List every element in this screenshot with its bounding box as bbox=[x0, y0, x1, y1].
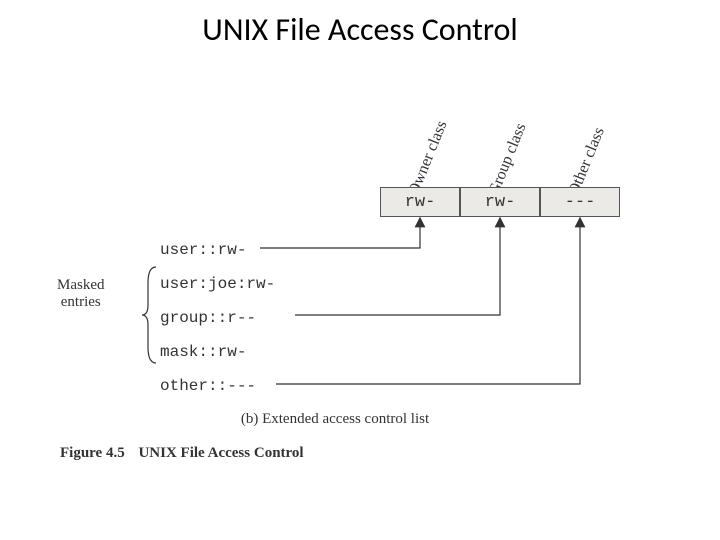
other-perm-box: --- bbox=[540, 187, 620, 217]
page-title: UNIX File Access Control bbox=[0, 10, 720, 49]
acl-entry-other: other::--- bbox=[160, 369, 275, 403]
figure-title: UNIX File Access Control bbox=[138, 445, 303, 461]
acl-entry-userjoe: user:joe:rw- bbox=[160, 267, 275, 301]
figure-number: Figure 4.5 bbox=[60, 445, 125, 461]
group-perm-box: rw- bbox=[460, 187, 540, 217]
subfigure-caption: (b) Extended access control list bbox=[60, 411, 610, 428]
masked-line1: Masked bbox=[57, 277, 105, 293]
permission-row: rw- rw- --- bbox=[380, 187, 620, 217]
masked-line2: entries bbox=[61, 294, 101, 310]
acl-entry-group: group::r-- bbox=[160, 301, 275, 335]
curly-brace-icon bbox=[142, 265, 158, 365]
owner-perm-box: rw- bbox=[380, 187, 460, 217]
acl-entry-mask: mask::rw- bbox=[160, 335, 275, 369]
figure-label: Figure 4.5 UNIX File Access Control bbox=[60, 445, 304, 462]
acl-entries-list: user::rw- user:joe:rw- group::r-- mask::… bbox=[160, 233, 275, 403]
masked-entries-label: Masked entries bbox=[57, 277, 105, 312]
acl-diagram: Owner class Group class Other class rw- … bbox=[60, 85, 660, 455]
acl-entry-user: user::rw- bbox=[160, 233, 275, 267]
